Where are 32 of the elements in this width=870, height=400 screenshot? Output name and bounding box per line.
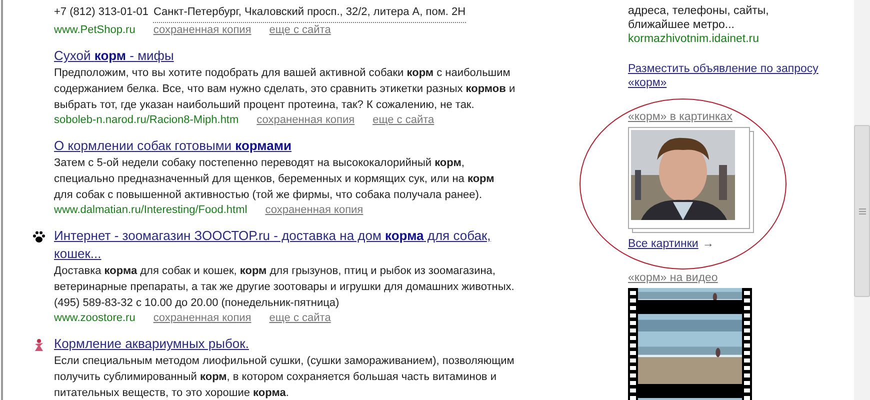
result-snippet: Доставка корма для собак и кошек, корм для грызунов, птиц и рыбок из зоомагазина, ветеринарные препараты, а так же другие зоотовары и игрушки для домашних животных. (495) 589-83-32 с 10.00 до 20.00 (понедельник-пятница): [54, 264, 516, 311]
site-link[interactable]: сохраненная копия: [265, 204, 364, 217]
site-link[interactable]: сохраненная копия: [153, 24, 252, 37]
result-title-link[interactable]: Кормление аквариумных рыбок.: [54, 335, 514, 353]
result-url: www.PetShop.ru: [54, 24, 136, 37]
result-title-link[interactable]: Сухой корм - мифы: [54, 47, 514, 65]
site-link[interactable]: еще с сайта: [372, 114, 434, 127]
arrow-icon: →: [702, 237, 714, 251]
result-snippet: Предположим, что вы хотите подобрать для вашей активной собаки корм с наибольшим содержанием белка. Все, что вам нужно сделать, это сравнить этикетки разных кормов и выбрать тот, где указан наибольший процент протеина, так? К сожалению, не так.: [54, 66, 516, 113]
figure-icon: [32, 338, 46, 352]
address-link[interactable]: Санкт-Петербург, Чкаловский просп., 32/2, литера А, пом. 2Н: [153, 2, 466, 23]
site-link[interactable]: еще с сайта: [269, 24, 331, 37]
site-link[interactable]: еще с сайта: [269, 312, 331, 325]
paw-icon: [32, 230, 46, 244]
grip-icon: [858, 208, 866, 214]
result-title-link[interactable]: О кормлении собак готовыми кормами: [54, 137, 514, 155]
video-heading-link[interactable]: «корм» на видео: [628, 271, 833, 285]
result-url: www.dalmatian.ru/Interesting/Food.html: [54, 204, 248, 217]
place-ad-link[interactable]: Разместить объявление по запросу «корм»: [628, 62, 828, 90]
result-snippet: Затем с 5-ой недели собаку постепенно переводят на высококалорийный корм, специально предназначенный для щенков, беременных и кормящих сук, или на корм для собак с повышенной активностью (той же фирмы, что собака получала ранее).: [54, 156, 496, 203]
scrollbar-thumb[interactable]: [854, 125, 870, 297]
result-url: soboleb-n.narod.ru/Racion8-Miph.htm: [54, 114, 239, 127]
ad-snippet: адреса, телефоны, сайты, ближайшее метро...: [628, 4, 770, 32]
result-snippet: Если специальным методом лиофильной сушки, (сушки замораживанием), позволяющим получить сублимированный корм, в котором сохраняется большая часть витаминов и питательных веществ, то это хорошие корма.: [54, 354, 516, 400]
result-title-link[interactable]: Интернет - зоомагазин ЗООСТОР.ru - доставка на дом корма для собак, кошек...: [54, 227, 514, 263]
result-url: www.zoostore.ru: [54, 312, 136, 325]
site-link[interactable]: сохраненная копия: [153, 312, 252, 325]
site-link[interactable]: сохраненная копия: [256, 114, 355, 127]
ad-url: kormazhivotnim.idainet.ru: [628, 32, 760, 46]
all-images-link[interactable]: Все картинки: [628, 237, 698, 251]
phone-number: +7 (812) 313-01-01: [54, 5, 148, 20]
images-heading-link[interactable]: «корм» в картинках: [628, 110, 833, 124]
